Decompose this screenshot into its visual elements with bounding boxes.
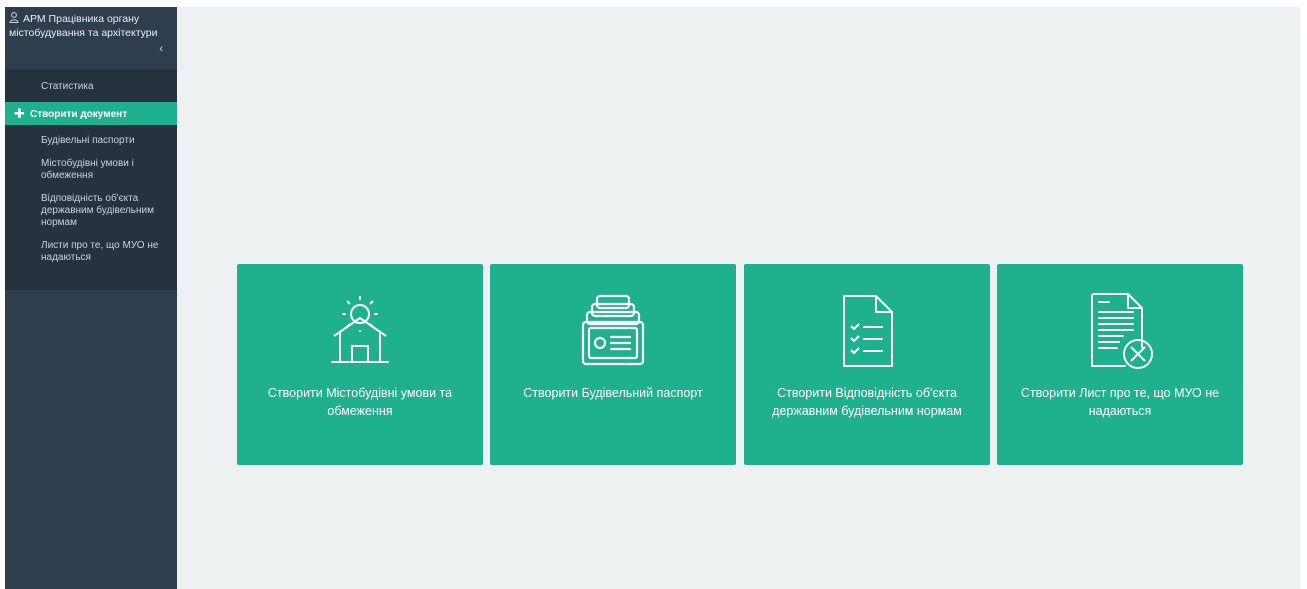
building-gear-icon (320, 290, 400, 370)
create-muo-letter-card[interactable]: Створити Лист про те, що МУО не надаютьс… (997, 264, 1243, 465)
plus-icon: ✚ (14, 106, 25, 121)
card-label: Створити Лист про те, що МУО не надаютьс… (1020, 386, 1220, 418)
sidebar-header: АРМ Працівника органу містобудування та … (5, 7, 177, 69)
card-label: Створити Містобудівні умови та обмеження (267, 386, 453, 418)
create-building-passport-card[interactable]: Створити Будівельний паспорт (490, 264, 736, 465)
card-file-icon (573, 290, 653, 370)
sidebar: АРМ Працівника органу містобудування та … (5, 7, 177, 589)
card-label: Створити Відповідність об'єкта державним… (772, 386, 962, 418)
sidebar-item-urban-conditions[interactable]: Містобудівні умови і обмеження (5, 152, 177, 187)
sidebar-item-statistics[interactable]: Статистика (5, 75, 177, 100)
sidebar-item-label: Містобудівні умови і обмеження (41, 158, 134, 181)
create-urban-conditions-card[interactable]: Створити Містобудівні умови та обмеження (237, 264, 483, 465)
sidebar-title: АРМ Працівника органу містобудування та … (9, 13, 158, 39)
document-cancel-icon (1080, 290, 1160, 370)
checklist-document-icon (827, 290, 907, 370)
sidebar-item-label: Створити документ (30, 109, 128, 120)
main-content: Створити Містобудівні умови та обмеження… (177, 7, 1300, 589)
user-icon (9, 12, 21, 27)
sidebar-item-building-norms[interactable]: Відповідність об'єкта державним будівель… (5, 187, 177, 234)
sidebar-item-create-document[interactable]: ✚ Створити документ (5, 102, 177, 125)
sidebar-item-muo-letters[interactable]: Листи про те, що МУО не надаються (5, 234, 177, 269)
chevron-left-icon[interactable]: ‹ (159, 43, 163, 56)
sidebar-item-label: Статистика (41, 81, 94, 92)
sidebar-item-label: Відповідність об'єкта державним будівель… (41, 193, 154, 228)
sidebar-menu: Статистика ✚ Створити документ Будівельні… (5, 69, 177, 290)
create-norms-compliance-card[interactable]: Створити Відповідність об'єкта державним… (744, 264, 990, 465)
sidebar-item-label: Будівельні паспорти (41, 135, 135, 146)
card-label: Створити Будівельний паспорт (523, 386, 703, 400)
sidebar-item-label: Листи про те, що МУО не надаються (41, 240, 159, 263)
sidebar-item-building-passports[interactable]: Будівельні паспорти (5, 130, 177, 152)
